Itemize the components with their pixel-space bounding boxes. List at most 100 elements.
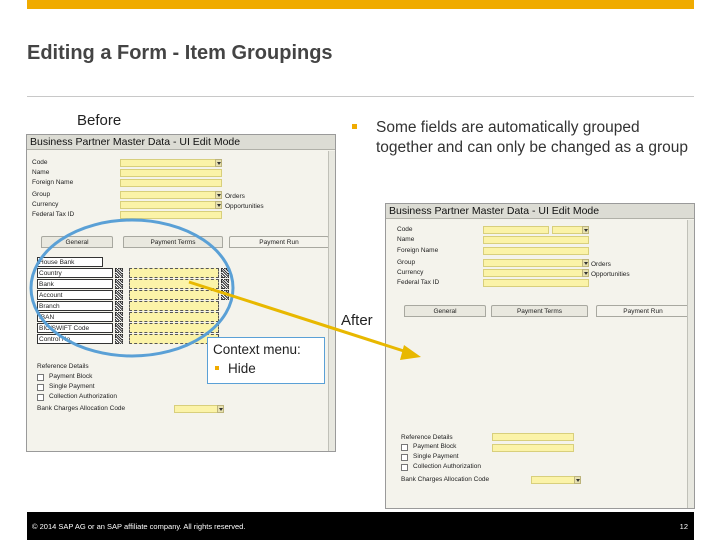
context-menu-item-label: Hide [228,361,256,376]
selection-handle[interactable] [115,301,123,311]
name-input[interactable] [120,169,222,177]
grouped-field-input[interactable] [129,323,219,333]
selection-handle[interactable] [115,312,123,322]
field-federal-tax: Federal Tax ID [397,278,597,288]
payment-block-input[interactable] [492,444,574,452]
opportunities-label: Opportunities [225,203,264,210]
tab-payment-terms[interactable]: Payment Terms [123,236,223,248]
grouped-field-input[interactable] [129,334,219,344]
grouped-field-input[interactable] [129,279,219,289]
chevron-down-icon[interactable] [582,259,589,267]
field-label: Group [32,191,51,198]
context-menu-item[interactable]: Hide [213,361,256,376]
reference-details-label: Reference Details [37,363,89,370]
field-label: Group [397,259,416,266]
foreign-name-input[interactable] [483,247,589,255]
selection-handle[interactable] [115,279,123,289]
chevron-down-icon[interactable] [582,226,589,234]
bank-charges-label: Bank Charges Allocation Code [37,405,126,412]
field-group: Group [32,190,232,200]
bank-charges-select[interactable] [531,476,575,484]
field-currency: Currency [32,200,232,210]
collection-auth-checkbox[interactable] [37,394,44,401]
code-input[interactable] [120,159,216,167]
top-accent-bar [27,0,694,9]
field-code: Code [32,158,232,168]
bank-charges-select[interactable] [174,405,218,413]
tab-payment-run[interactable]: Payment Run [596,305,690,317]
field-label: Code [32,159,48,166]
grouped-field-input[interactable] [129,290,219,300]
checkbox-label: Payment Block [49,373,93,380]
opportunities-label: Opportunities [591,271,630,278]
reference-details-label: Reference Details [401,434,453,441]
field-name: Name [397,235,597,245]
bullet-text: Some fields are automatically grouped to… [376,119,688,156]
orders-label: Orders [225,193,245,200]
currency-select[interactable] [483,269,583,277]
federal-tax-input[interactable] [483,279,589,287]
federal-tax-input[interactable] [120,211,222,219]
bullet-point: Some fields are automatically grouped to… [352,118,692,158]
field-label: Name [397,236,415,243]
before-scrollbar[interactable] [328,151,335,451]
selection-handle[interactable] [221,279,229,289]
grouped-field-input[interactable] [129,268,219,278]
name-input[interactable] [483,236,589,244]
grouped-field-label: Branch [37,301,113,311]
collection-auth-checkbox[interactable] [401,464,408,471]
grouped-field-label: BIC/SWIFT Code [37,323,113,333]
tab-payment-terms[interactable]: Payment Terms [491,305,588,317]
foreign-name-input[interactable] [120,179,222,187]
field-name: Name [32,168,232,178]
bullet-icon [352,124,357,129]
field-currency: Currency [397,268,597,278]
tab-general[interactable]: General [41,236,113,248]
selection-handle[interactable] [115,290,123,300]
single-payment-checkbox[interactable] [37,384,44,391]
tab-general[interactable]: General [404,305,486,317]
grouped-field-label: Control No. [37,334,113,344]
after-scrollbar[interactable] [687,220,694,508]
grouped-field-input[interactable] [129,301,219,311]
chevron-down-icon[interactable] [215,191,222,199]
selection-handle[interactable] [115,323,123,333]
field-group: Group [397,258,597,268]
field-foreign-name: Foreign Name [397,246,597,256]
checkbox-label: Single Payment [413,453,459,460]
selection-handle[interactable] [221,290,229,300]
bullet-icon [215,365,219,370]
group-select[interactable] [483,259,583,267]
checkbox-label: Single Payment [49,383,95,390]
field-foreign-name: Foreign Name [32,178,232,188]
selection-handle[interactable] [221,268,229,278]
grouped-field-label: Account [37,290,113,300]
chevron-down-icon[interactable] [215,201,222,209]
selection-handle[interactable] [115,334,123,344]
field-label: Federal Tax ID [397,279,440,286]
currency-select[interactable] [120,201,216,209]
tab-payment-run[interactable]: Payment Run [229,236,329,248]
chevron-down-icon[interactable] [215,159,222,167]
field-label: Currency [397,269,424,276]
reference-input[interactable] [492,433,574,441]
bank-charges-label: Bank Charges Allocation Code [401,476,490,483]
selection-handle[interactable] [115,268,123,278]
group-select[interactable] [120,191,216,199]
single-payment-checkbox[interactable] [401,454,408,461]
chevron-down-icon[interactable] [574,476,581,484]
after-window-title: Business Partner Master Data - UI Edit M… [386,204,694,219]
chevron-down-icon[interactable] [582,269,589,277]
chevron-down-icon[interactable] [217,405,224,413]
context-menu-title: Context menu: [213,342,301,357]
code-input[interactable] [483,226,549,234]
field-federal-tax: Federal Tax ID [32,210,232,220]
before-window-title: Business Partner Master Data - UI Edit M… [27,135,335,150]
checkbox-label: Collection Authorization [49,393,117,400]
payment-block-checkbox[interactable] [37,374,44,381]
grouped-field-input[interactable] [129,312,219,322]
context-menu-callout: Context menu: Hide [207,337,325,384]
grouped-field-label: IBAN [37,312,113,322]
field-label: Foreign Name [397,247,439,254]
payment-block-checkbox[interactable] [401,444,408,451]
